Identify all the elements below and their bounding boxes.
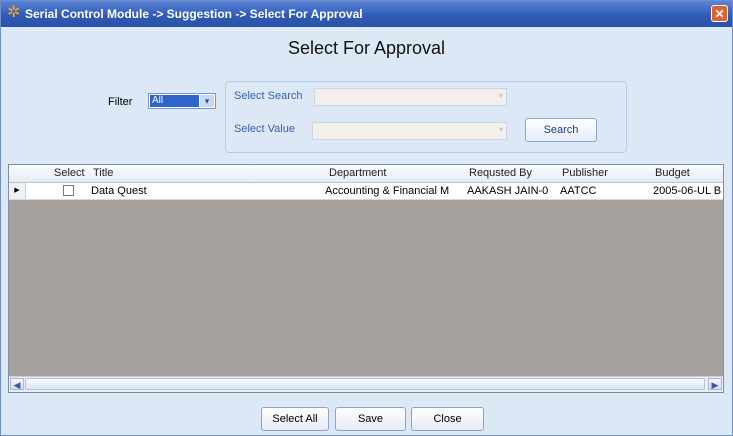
scroll-left-icon[interactable]: ◀ [10, 378, 24, 390]
cell-budget: 2005-06-UL B [653, 185, 721, 197]
grid-header: Select Title Department Requsted By Publ… [9, 165, 723, 183]
select-search-dropdown[interactable]: ▾ [314, 88, 507, 106]
chevron-down-icon: ▾ [498, 91, 503, 100]
search-button[interactable]: Search [525, 118, 597, 142]
cell-department: Accounting & Financial M [325, 185, 450, 197]
cell-requested-by: AAKASH JAIN-0 [467, 185, 549, 197]
sparkle-icon: ✲ [7, 4, 21, 21]
close-button[interactable]: Close [411, 407, 484, 431]
search-group: Select Search ▾ Select Value ▾ [225, 81, 627, 153]
horizontal-scrollbar[interactable]: ◀ ▶ [9, 376, 723, 392]
table-row[interactable]: ▶ Data Quest Accounting & Financial M AA… [9, 183, 723, 200]
cell-publisher: AATCC [560, 185, 597, 197]
filter-dropdown[interactable]: All ▾ [148, 93, 216, 109]
row-indicator-icon: ▶ [9, 183, 26, 199]
row-select-checkbox[interactable] [63, 185, 74, 196]
scroll-right-icon[interactable]: ▶ [708, 378, 722, 390]
select-value-dropdown[interactable]: ▾ [312, 122, 507, 140]
page-title: Select For Approval [287, 38, 446, 58]
column-header-budget[interactable]: Budget [655, 167, 690, 179]
save-button[interactable]: Save [335, 407, 406, 431]
column-header-title[interactable]: Title [93, 167, 113, 179]
approval-grid: Select Title Department Requsted By Publ… [8, 164, 724, 393]
close-icon[interactable]: ✕ [711, 5, 728, 22]
window-title: Serial Control Module -> Suggestion -> S… [25, 7, 363, 21]
select-value-label: Select Value [234, 123, 295, 135]
column-header-publisher[interactable]: Publisher [562, 167, 608, 179]
column-header-requested-by[interactable]: Requsted By [469, 167, 532, 179]
approval-window: ✲ Serial Control Module -> Suggestion ->… [0, 0, 733, 436]
chevron-down-icon: ▾ [498, 125, 503, 134]
filter-selected-value: All [150, 95, 199, 107]
select-search-label: Select Search [234, 90, 303, 102]
title-bar: ✲ Serial Control Module -> Suggestion ->… [1, 1, 732, 27]
filter-label: Filter [108, 96, 133, 108]
column-header-department[interactable]: Department [329, 167, 386, 179]
column-header-select[interactable]: Select [54, 167, 85, 179]
select-all-button[interactable]: Select All [261, 407, 329, 431]
cell-title: Data Quest [91, 185, 147, 197]
chevron-down-icon[interactable]: ▾ [200, 95, 214, 107]
scroll-thumb[interactable] [25, 378, 705, 390]
